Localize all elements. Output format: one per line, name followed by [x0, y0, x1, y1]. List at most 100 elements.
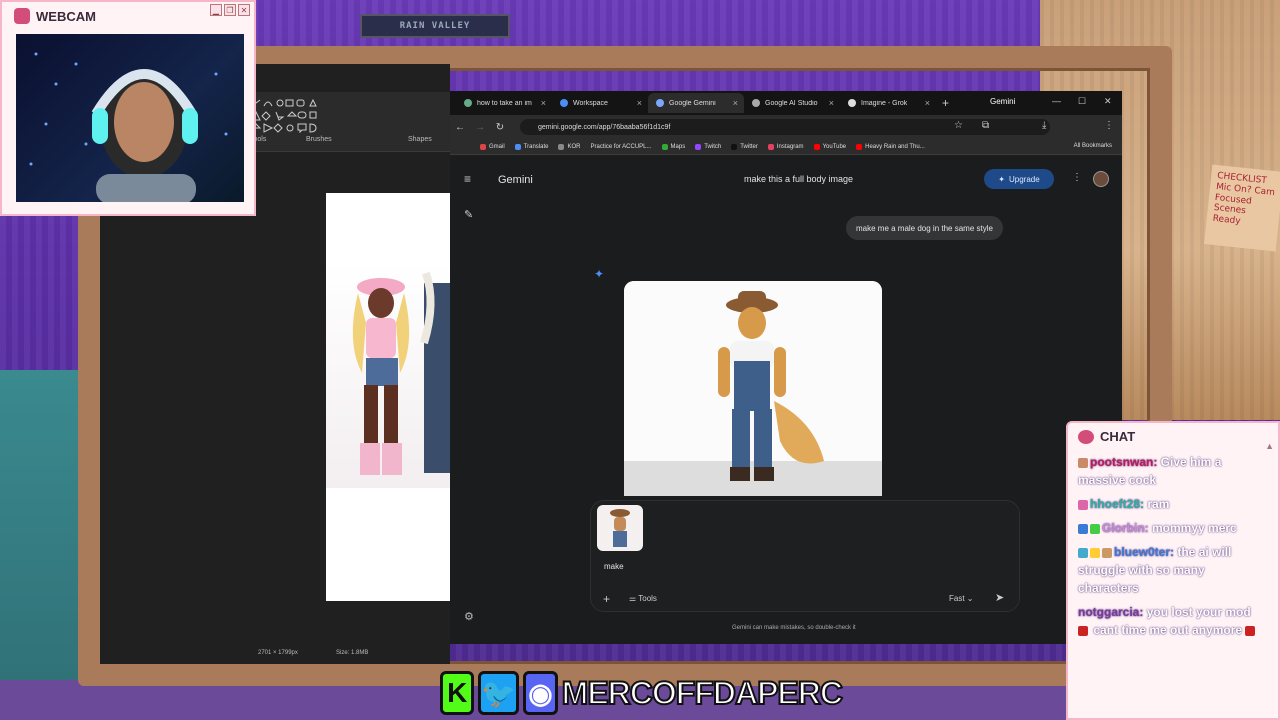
tab-ai-studio[interactable]: Google AI Studio ×: [744, 93, 840, 113]
shapes-grid-icon[interactable]: [250, 98, 340, 134]
badge-icon: [1102, 547, 1112, 558]
send-icon[interactable]: ➤: [995, 591, 1004, 604]
grok-favicon-icon: [848, 99, 856, 107]
social-banner: K 🐦 ◉ MERCOFFDAPERC: [440, 670, 844, 716]
generated-dog-image[interactable]: [624, 281, 882, 496]
chat-message: Glorbin: mommyy merc: [1078, 519, 1260, 537]
bookmark-kor[interactable]: KOR: [558, 143, 580, 150]
webcam-window-controls: ▁ ❐ ✕: [210, 4, 250, 16]
prompt-text-input[interactable]: make: [604, 562, 624, 571]
more-options-icon[interactable]: ⋮: [1072, 172, 1082, 183]
gemini-logo[interactable]: Gemini: [498, 174, 533, 186]
brushes-label: Brushes: [306, 136, 332, 143]
bookmark-star-icon[interactable]: ☆: [954, 120, 963, 131]
menu-icon[interactable]: ≡: [464, 172, 471, 186]
camera-icon: [14, 8, 30, 24]
tab-how-to[interactable]: how to take an im ×: [456, 93, 552, 113]
badge-icon: [1078, 523, 1088, 534]
gemini-spark-icon: ✦: [594, 267, 605, 281]
attached-image-thumbnail[interactable]: [597, 505, 643, 551]
close-tab-icon[interactable]: ×: [829, 98, 834, 108]
webcam-header: WEBCAM: [14, 8, 96, 24]
bookmark-twitch[interactable]: Twitch: [695, 143, 721, 150]
chat-title: make this a full body image: [744, 174, 854, 184]
badge-icon: [1078, 547, 1088, 558]
scroll-up-icon[interactable]: ▲: [1265, 441, 1274, 451]
kick-icon: K: [440, 671, 475, 715]
tab-workspace[interactable]: Workspace ×: [552, 93, 648, 113]
badge-icon: [1078, 499, 1088, 510]
webcam-feed: [16, 34, 244, 202]
chat-message: hhoeft28: ram: [1078, 495, 1260, 513]
new-chat-icon[interactable]: ✎: [464, 208, 473, 221]
chat-overlay: CHAT pootsnwan: Give him a massive cock …: [1066, 421, 1280, 720]
all-bookmarks-button[interactable]: All Bookmarks: [1074, 143, 1112, 149]
download-icon[interactable]: ⤓: [1042, 120, 1046, 131]
minimize-icon[interactable]: —: [1052, 96, 1061, 106]
bookmark-twitter[interactable]: Twitter: [731, 143, 758, 150]
close-window-icon[interactable]: ✕: [1104, 96, 1112, 107]
tools-button[interactable]: ⚌ Tools: [629, 594, 657, 603]
twitter-bird-icon: 🐦: [478, 671, 520, 715]
image-dimensions: 2701 × 1799px: [258, 650, 298, 656]
back-icon[interactable]: ←: [450, 122, 470, 133]
shapes-label: Shapes: [408, 136, 432, 143]
chat-message-list: pootsnwan: Give him a massive cock hhoef…: [1078, 453, 1260, 645]
bookmark-youtube[interactable]: YouTube: [813, 143, 846, 150]
badge-icon: [1078, 457, 1088, 468]
close-tab-icon[interactable]: ×: [637, 98, 642, 108]
minimize-icon[interactable]: ▁: [210, 4, 222, 16]
bookmark-gmail[interactable]: Gmail: [480, 143, 505, 150]
bookmark-maps[interactable]: Maps: [661, 143, 685, 150]
room-sign: RAIN VALLEY: [360, 14, 510, 38]
add-attachment-icon[interactable]: +: [603, 592, 610, 606]
close-tab-icon[interactable]: ×: [733, 98, 738, 108]
settings-gear-icon[interactable]: ⚙: [464, 610, 474, 623]
chat-message: pootsnwan: Give him a massive cock: [1078, 455, 1222, 487]
disclaimer-text: Gemini can make mistakes, so double-chec…: [732, 625, 856, 631]
paint-status-bar: 2701 × 1799px Size: 1.8MB: [100, 642, 450, 664]
badge-icon: [1090, 523, 1100, 534]
restore-icon[interactable]: ❐: [224, 4, 236, 16]
url-input[interactable]: gemini.google.com/app/76baaba56f1d1c9f: [520, 119, 1050, 135]
browser-window: how to take an im × Workspace × Google Gem…: [450, 91, 1122, 644]
maximize-icon[interactable]: ☐: [1078, 96, 1086, 107]
webcam-overlay: WEBCAM ▁ ❐ ✕: [0, 0, 256, 216]
reload-icon[interactable]: ↻: [490, 122, 510, 133]
emote-icon: [1078, 625, 1088, 636]
streamer-handle: MERCOFFDAPERC: [561, 674, 844, 712]
bookmarks-bar: Gmail Translate KOR Practice for ACCUPL.…: [450, 139, 1122, 155]
bookmark-heavy-rain[interactable]: Heavy Rain and Thu...: [856, 143, 925, 150]
user-avatar[interactable]: [1093, 171, 1109, 187]
close-tab-icon[interactable]: ×: [541, 98, 546, 108]
gemini-favicon-icon: [656, 99, 664, 107]
close-tab-icon[interactable]: ×: [925, 98, 930, 108]
forward-icon[interactable]: →: [470, 122, 490, 133]
tab-grok[interactable]: Imagine - Grok ×: [840, 93, 936, 113]
checklist-note: CHECKLIST Mic On? Cam Focused Scenes Rea…: [1204, 164, 1280, 252]
upgrade-button[interactable]: ✦ Upgrade: [984, 169, 1054, 189]
user-message-bubble: make me a male dog in the same style: [846, 216, 1003, 240]
paint-canvas[interactable]: [326, 193, 450, 601]
chevron-down-icon: ⌄: [966, 594, 974, 603]
chat-message: notggarcia: you lost your mod cant time …: [1078, 603, 1260, 639]
bookmark-practice[interactable]: Practice for ACCUPL...: [590, 144, 651, 150]
address-bar: ← → ↻ gemini.google.com/app/76baaba56f1d…: [450, 115, 1122, 139]
browser-menu-icon[interactable]: ⋮: [1104, 120, 1114, 131]
prompt-input-box[interactable]: make + ⚌ Tools Fast ⌄ ➤: [590, 500, 1020, 612]
file-size: Size: 1.8MB: [336, 650, 369, 656]
model-selector[interactable]: Fast ⌄: [949, 594, 974, 603]
extensions-icon[interactable]: ⧉: [982, 120, 989, 131]
new-tab-button[interactable]: +: [942, 96, 949, 110]
gemini-app-label[interactable]: Gemini: [990, 97, 1015, 106]
tab-google-gemini[interactable]: Google Gemini ×: [648, 93, 744, 113]
close-icon[interactable]: ✕: [238, 4, 250, 16]
chat-bubble-icon: [1078, 429, 1094, 444]
bookmark-translate[interactable]: Translate: [514, 143, 548, 150]
emote-icon: [1245, 625, 1256, 636]
chat-message: bluew0ter: the ai will struggle with so …: [1078, 545, 1232, 595]
bookmark-instagram[interactable]: Instagram: [767, 143, 804, 150]
cowgirl-artwork: [326, 263, 450, 488]
chat-header: CHAT: [1078, 429, 1135, 444]
ai-studio-favicon-icon: [752, 99, 760, 107]
